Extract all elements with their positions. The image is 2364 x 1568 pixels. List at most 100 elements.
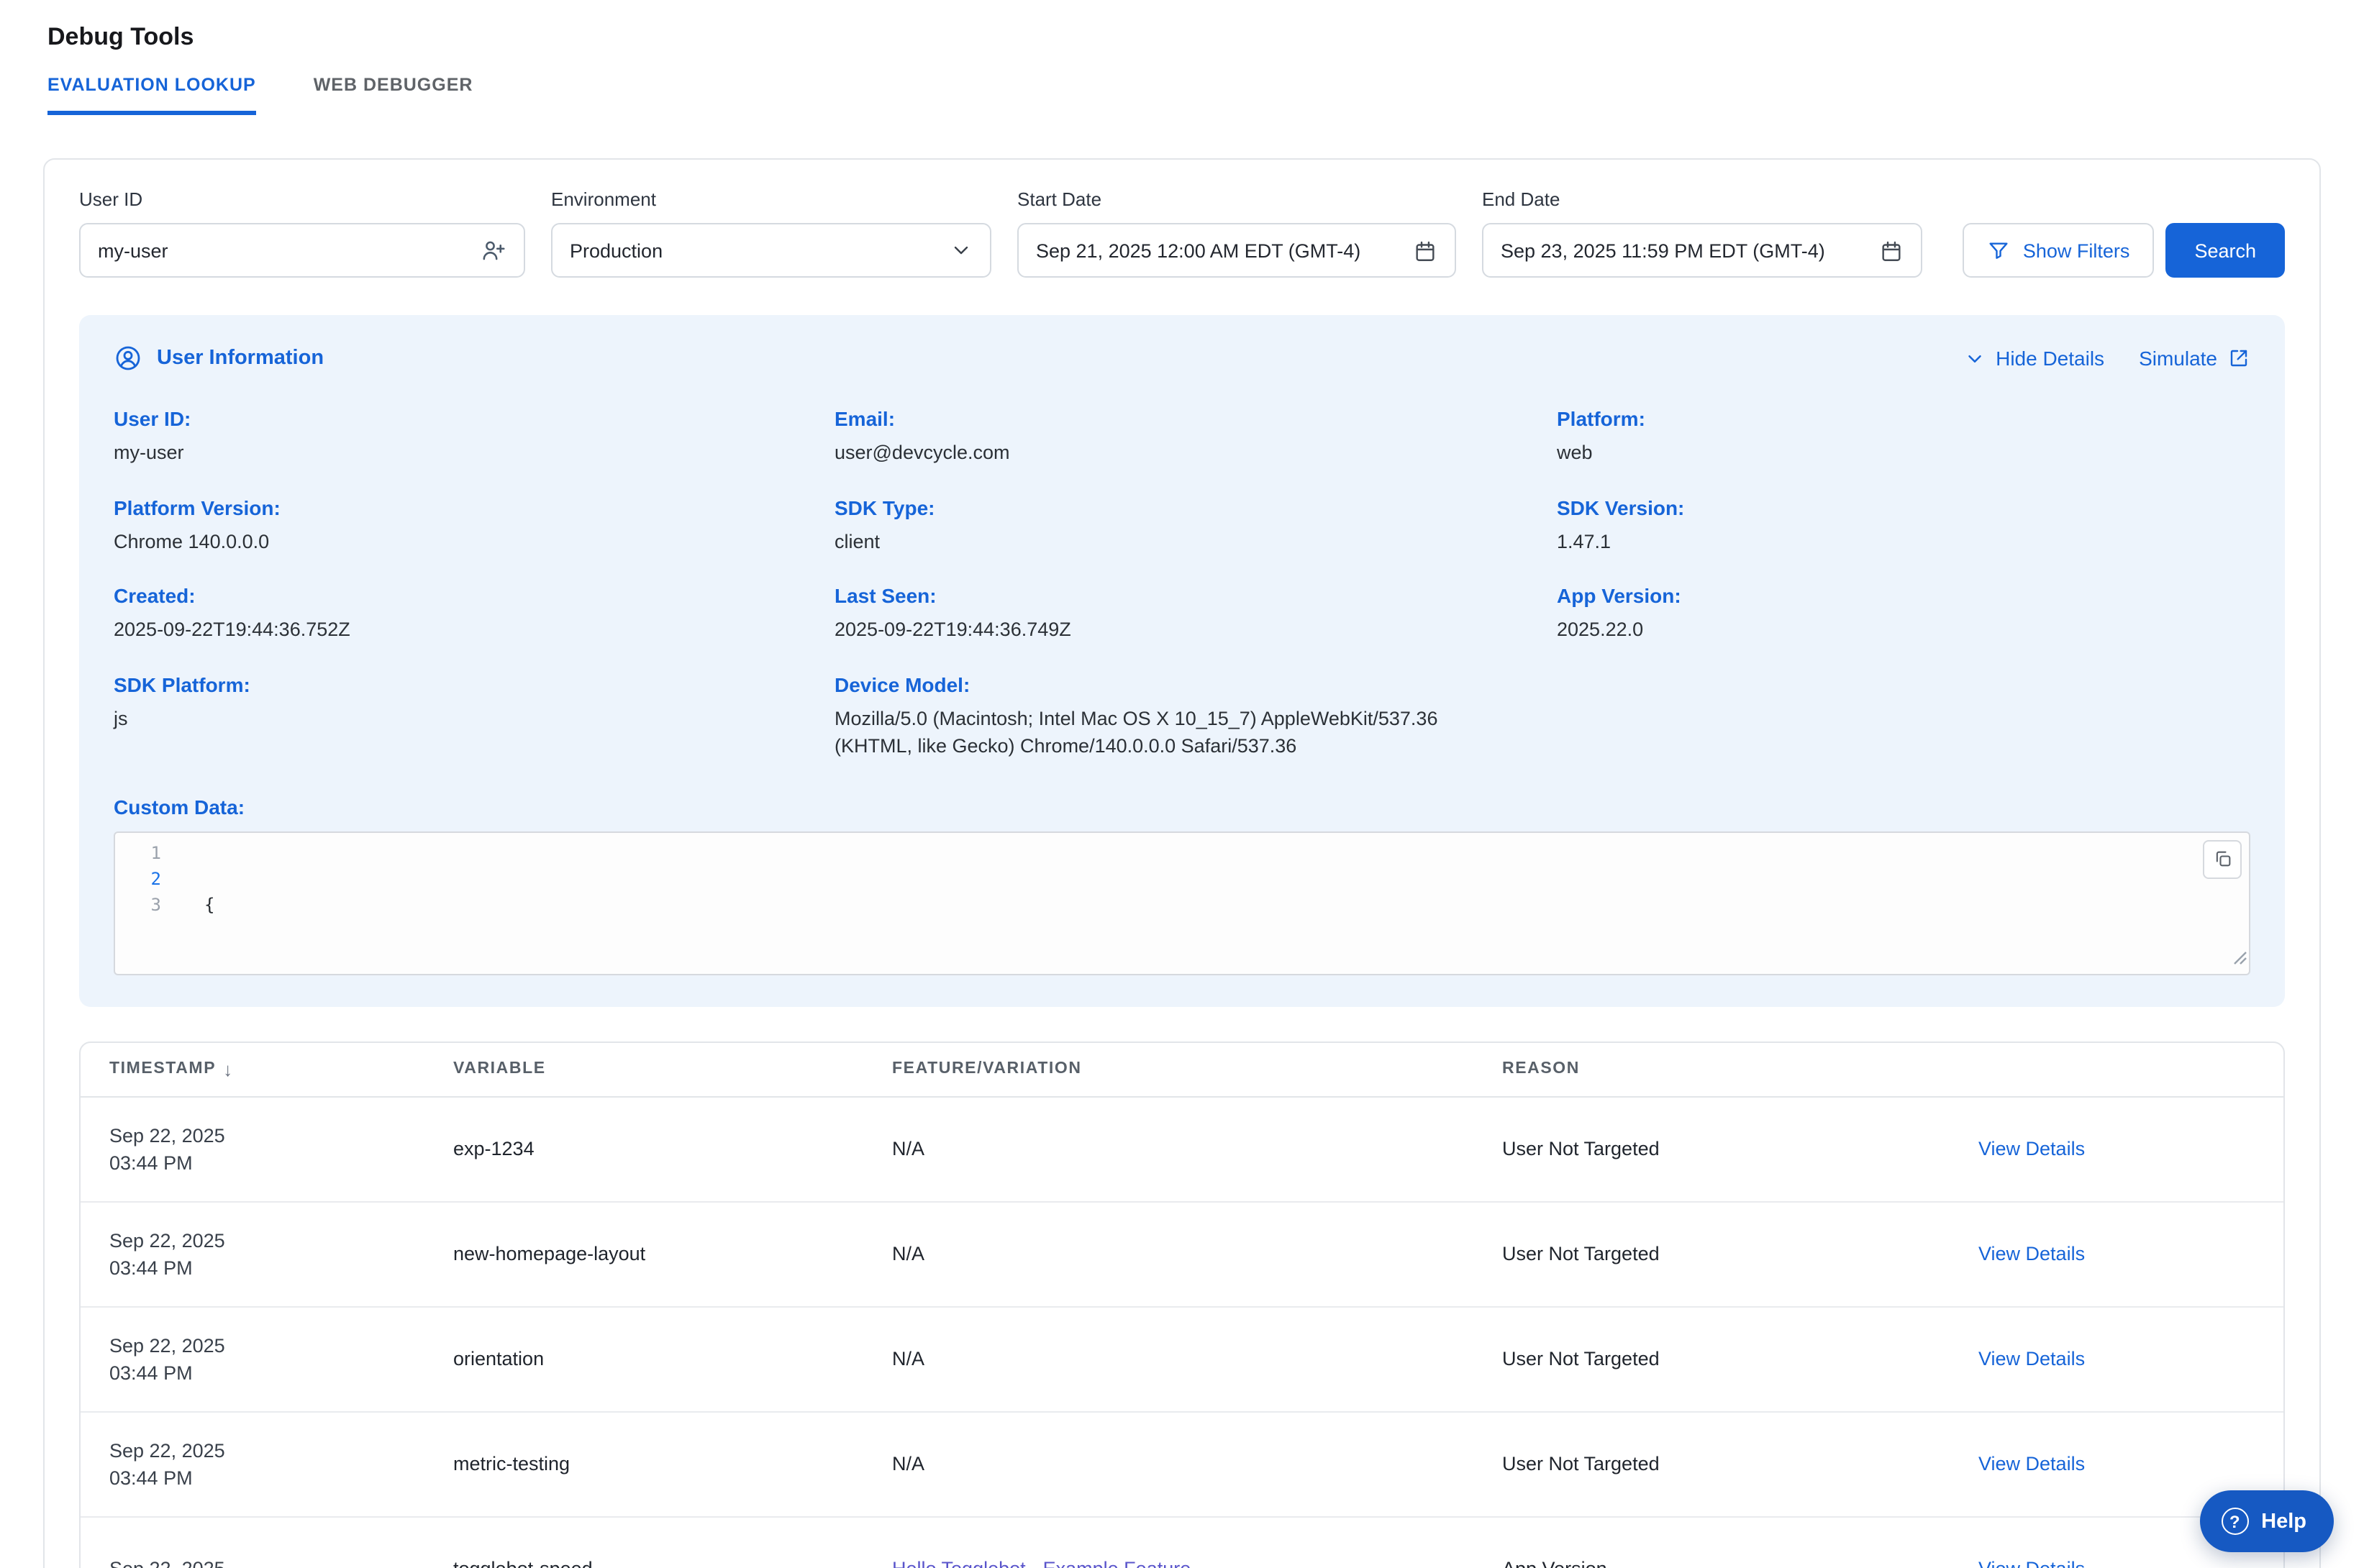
- column-header-timestamp[interactable]: TIMESTAMP↓: [81, 1059, 424, 1080]
- feature-cell: N/A: [863, 1349, 1473, 1370]
- feature-cell: N/A: [863, 1454, 1473, 1475]
- code-line: "employee": true: [204, 970, 412, 975]
- line-number: 1: [115, 840, 161, 866]
- end-date-label: End Date: [1482, 188, 1922, 210]
- custom-data-editor-wrap: 1 2 3 { "employee": true }: [114, 831, 2250, 975]
- end-date-field-group: End Date Sep 23, 2025 11:59 PM EDT (GMT-…: [1482, 188, 1922, 278]
- custom-data-editor[interactable]: 1 2 3 { "employee": true }: [114, 831, 2250, 975]
- timestamp-cell: Sep 22, 202503:44 PM: [81, 1227, 424, 1282]
- user-info-field: User ID:my-user: [114, 407, 835, 467]
- user-info-field: Device Model:Mozilla/5.0 (Macintosh; Int…: [835, 673, 1557, 760]
- page-title: Debug Tools: [47, 23, 2317, 52]
- feature-cell: N/A: [863, 1244, 1473, 1265]
- calendar-icon[interactable]: [1879, 238, 1904, 263]
- simulate-label: Simulate: [2139, 347, 2217, 370]
- reason-cell: User Not Targeted: [1473, 1349, 1950, 1370]
- page-header: Debug Tools EVALUATION LOOKUP WEB DEBUGG…: [0, 0, 2364, 115]
- table-row: Sep 22, 202503:44 PM exp-1234 N/A User N…: [81, 1098, 2283, 1203]
- user-info-field: SDK Version:1.47.1: [1557, 496, 2250, 555]
- variable-cell: togglebot-speed: [424, 1559, 863, 1568]
- view-details-link[interactable]: View Details: [1978, 1139, 2085, 1160]
- person-add-icon[interactable]: [481, 237, 506, 263]
- end-date-input[interactable]: Sep 23, 2025 11:59 PM EDT (GMT-4): [1482, 223, 1922, 278]
- simulate-link[interactable]: Simulate: [2139, 347, 2250, 370]
- variable-cell: metric-testing: [424, 1454, 863, 1475]
- evaluation-lookup-card: User ID Environment Production: [43, 158, 2321, 1568]
- filter-funnel-icon: [1987, 239, 2010, 262]
- reason-cell: User Not Targeted: [1473, 1454, 1950, 1475]
- show-filters-button[interactable]: Show Filters: [1963, 223, 2155, 278]
- column-header-feature-variation: FEATURE/VARIATION: [863, 1061, 1473, 1078]
- chevron-down-icon: [950, 239, 973, 262]
- help-question-icon: ?: [2221, 1508, 2248, 1535]
- copy-button[interactable]: [2203, 840, 2242, 879]
- user-info-field: Platform Version:Chrome 140.0.0.0: [114, 496, 835, 555]
- user-id-field-group: User ID: [79, 188, 525, 278]
- start-date-label: Start Date: [1017, 188, 1456, 210]
- search-button[interactable]: Search: [2165, 223, 2285, 278]
- timestamp-cell: Sep 22, 202503:44 PM: [81, 1437, 424, 1492]
- environment-select[interactable]: Production: [551, 223, 991, 278]
- table-row: Sep 22, 202503:44 PM orientation N/A Use…: [81, 1308, 2283, 1413]
- help-label: Help: [2261, 1510, 2306, 1533]
- user-info-field: Email:user@devcycle.com: [835, 407, 1557, 467]
- user-information-header: User Information Hide Details Simulate: [114, 344, 2250, 373]
- chevron-down-icon: [1964, 347, 1986, 369]
- environment-field-group: Environment Production: [551, 188, 991, 278]
- calendar-icon[interactable]: [1413, 238, 1437, 263]
- user-info-field: Platform:web: [1557, 407, 2250, 467]
- reason-cell: App Version: [1473, 1559, 1950, 1568]
- start-date-field-group: Start Date Sep 21, 2025 12:00 AM EDT (GM…: [1017, 188, 1456, 278]
- tab-bar: EVALUATION LOOKUP WEB DEBUGGER: [47, 75, 2317, 115]
- user-information-title: User Information: [157, 347, 324, 370]
- view-details-link[interactable]: View Details: [1978, 1454, 2085, 1475]
- feature-link[interactable]: Hello Togglebot - Example Feature: [892, 1559, 1191, 1568]
- table-row: Sep 22, 202503:44 PM new-homepage-layout…: [81, 1203, 2283, 1308]
- code-lines: { "employee": true }: [176, 833, 412, 974]
- user-info-fields: User ID:my-user Email:user@devcycle.com …: [114, 407, 2250, 761]
- user-id-input[interactable]: [98, 240, 469, 261]
- external-link-icon: [2227, 347, 2250, 370]
- view-details-link[interactable]: View Details: [1978, 1559, 2085, 1568]
- environment-label: Environment: [551, 188, 991, 210]
- filter-row: User ID Environment Production: [79, 188, 2285, 278]
- view-details-link[interactable]: View Details: [1978, 1349, 2085, 1370]
- line-number: 2: [115, 866, 161, 892]
- line-number-gutter: 1 2 3: [115, 833, 176, 974]
- user-id-input-wrap: [79, 223, 525, 278]
- view-details-link[interactable]: View Details: [1978, 1244, 2085, 1265]
- user-circle-icon: [114, 344, 142, 373]
- start-date-input[interactable]: Sep 21, 2025 12:00 AM EDT (GMT-4): [1017, 223, 1456, 278]
- reason-cell: User Not Targeted: [1473, 1139, 1950, 1160]
- debug-tools-page: Debug Tools EVALUATION LOOKUP WEB DEBUGG…: [0, 0, 2364, 1568]
- hide-details-label: Hide Details: [1996, 347, 2104, 370]
- table-header-row: TIMESTAMP↓ VARIABLE FEATURE/VARIATION RE…: [81, 1043, 2283, 1098]
- custom-data-label: Custom Data:: [114, 796, 2250, 819]
- timestamp-cell: Sep 22, 202503:44 PM: [81, 1332, 424, 1387]
- user-info-field: Last Seen:2025-09-22T19:44:36.749Z: [835, 584, 1557, 644]
- table-row: Sep 22, 2025 togglebot-speed Hello Toggl…: [81, 1518, 2283, 1568]
- timestamp-cell: Sep 22, 202503:44 PM: [81, 1122, 424, 1177]
- column-header-reason: REASON: [1473, 1061, 1950, 1078]
- sort-desc-icon[interactable]: ↓: [223, 1059, 234, 1080]
- variable-cell: orientation: [424, 1349, 863, 1370]
- tab-evaluation-lookup[interactable]: EVALUATION LOOKUP: [47, 75, 256, 115]
- copy-icon: [2212, 849, 2232, 870]
- user-info-field: SDK Platform:js: [114, 673, 835, 760]
- tab-web-debugger[interactable]: WEB DEBUGGER: [314, 75, 473, 115]
- user-id-label: User ID: [79, 188, 525, 210]
- hide-details-toggle[interactable]: Hide Details: [1964, 347, 2104, 370]
- code-line: {: [204, 892, 412, 918]
- start-date-value: Sep 21, 2025 12:00 AM EDT (GMT-4): [1036, 240, 1360, 261]
- resize-handle[interactable]: [2233, 947, 2247, 972]
- show-filters-label: Show Filters: [2023, 240, 2130, 261]
- variable-cell: new-homepage-layout: [424, 1244, 863, 1265]
- evaluations-table: TIMESTAMP↓ VARIABLE FEATURE/VARIATION RE…: [79, 1041, 2285, 1568]
- line-number: 3: [115, 892, 161, 918]
- reason-cell: User Not Targeted: [1473, 1244, 1950, 1265]
- help-button[interactable]: ? Help: [2199, 1490, 2334, 1552]
- user-info-field: SDK Type:client: [835, 496, 1557, 555]
- user-info-field: App Version:2025.22.0: [1557, 584, 2250, 644]
- environment-value: Production: [570, 240, 663, 261]
- panel-actions: Hide Details Simulate: [1964, 347, 2250, 370]
